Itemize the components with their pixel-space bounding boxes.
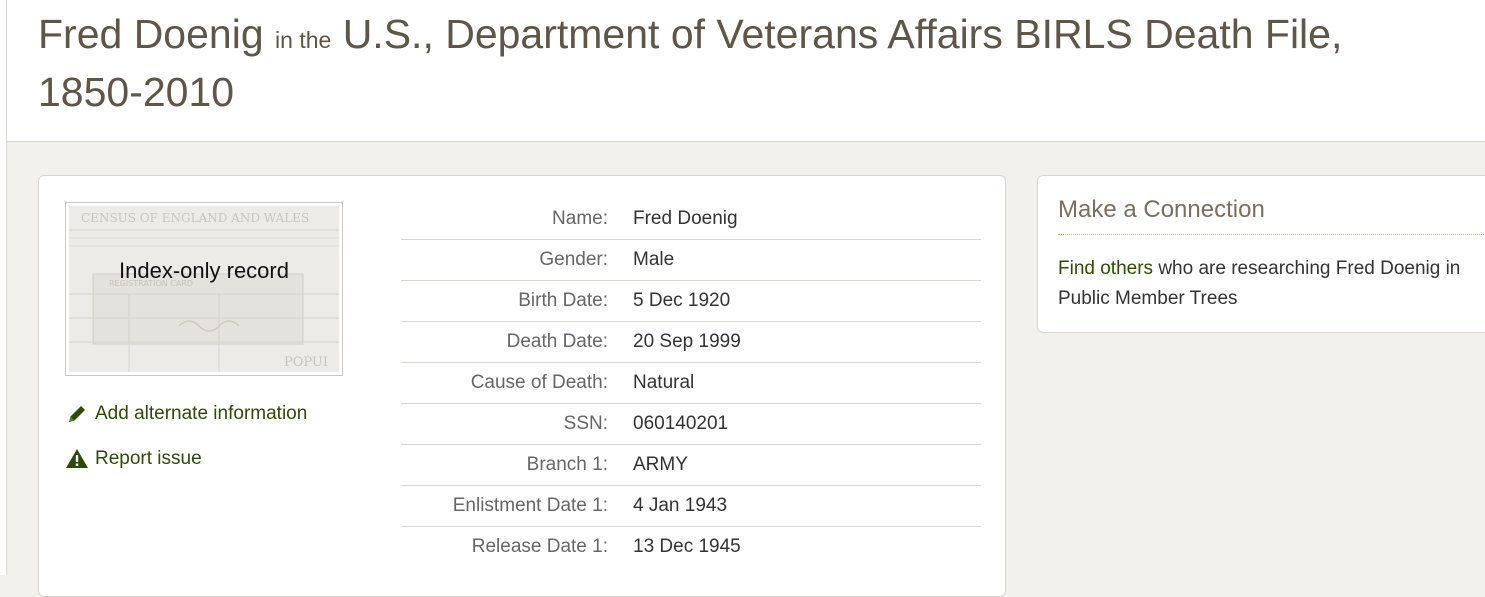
record-card: CENSUS OF ENGLAND AND WALES REGISTRATION… [38,175,1006,597]
field-row-name: Name: Fred Doenig [401,199,981,240]
field-row-enlistment-date: Enlistment Date 1: 4 Jan 1943 [401,486,981,527]
field-row-cause-of-death: Cause of Death: Natural [401,363,981,404]
add-alternate-info-link[interactable]: Add alternate information [65,402,307,426]
page-header: Fred Doenig in the U.S., Department of V… [7,0,1485,142]
census-document-image: CENSUS OF ENGLAND AND WALES REGISTRATION… [69,206,339,372]
index-only-label: Index-only record [119,258,289,283]
field-row-release-date: Release Date 1: 13 Dec 1945 [401,527,981,567]
field-value: ARMY [633,454,688,475]
image-caption-3: POPUI [284,355,328,370]
field-value: 4 Jan 1943 [633,495,728,516]
field-label: SSN: [563,413,608,434]
page-title: Fred Doenig in the U.S., Department of V… [38,8,1458,118]
field-row-gender: Gender: Male [401,240,981,281]
field-row-death-date: Death Date: 20 Sep 1999 [401,322,981,363]
warning-icon [66,449,88,468]
field-label: Death Date: [506,331,608,352]
field-label: Enlistment Date 1: [452,495,608,516]
field-label: Release Date 1: [471,536,608,557]
field-row-branch: Branch 1: ARMY [401,445,981,486]
record-image: CENSUS OF ENGLAND AND WALES REGISTRATION… [69,206,339,372]
pencil-icon [69,406,85,422]
field-value: Natural [633,372,695,393]
make-a-connection-panel: Make a Connection Find others who are re… [1037,175,1485,333]
title-connector: in the [275,27,332,53]
report-issue-label: Report issue [95,448,202,469]
field-row-birth-date: Birth Date: 5 Dec 1920 [401,281,981,322]
connection-text: Find others who are researching Fred Doe… [1058,254,1485,314]
report-issue-link[interactable]: Report issue [65,447,202,471]
field-value: Fred Doenig [633,208,738,229]
field-value: 20 Sep 1999 [633,331,741,352]
record-fields-table: Name: Fred Doenig Gender: Male Birth Dat… [401,199,981,567]
field-label: Gender: [539,249,608,270]
record-image-thumbnail[interactable]: CENSUS OF ENGLAND AND WALES REGISTRATION… [65,202,343,376]
field-value: 13 Dec 1945 [633,536,741,557]
left-edge-strip [0,0,7,575]
add-alternate-info-label: Add alternate information [95,403,308,424]
field-label: Name: [552,208,608,229]
connection-title: Make a Connection [1058,196,1265,223]
field-label: Cause of Death: [470,372,608,393]
image-caption-1: CENSUS OF ENGLAND AND WALES [81,211,309,225]
connection-divider [1058,234,1485,235]
person-name: Fred Doenig [38,11,264,57]
field-label: Birth Date: [518,290,608,311]
field-value: 5 Dec 1920 [633,290,731,311]
find-others-link[interactable]: Find others [1058,258,1153,279]
field-label: Branch 1: [526,454,608,475]
field-value: Male [633,249,675,270]
field-row-ssn: SSN: 060140201 [401,404,981,445]
field-value: 060140201 [633,413,729,434]
